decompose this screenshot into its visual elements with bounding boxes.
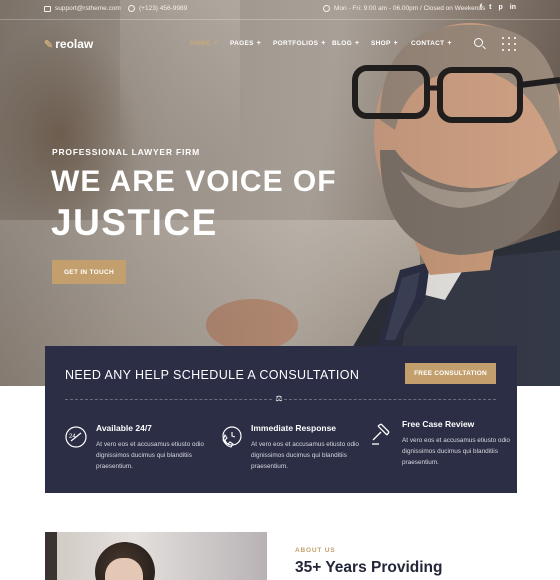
hero-title-line1: WE ARE VOICE OF: [51, 165, 337, 198]
plus-icon: +: [393, 40, 399, 47]
phone-icon: [128, 5, 135, 12]
nav-label: PORTFOLIOS: [273, 40, 319, 47]
plus-icon: +: [213, 40, 219, 47]
about-eyebrow: ABOUT US: [295, 547, 336, 554]
feature-title: Free Case Review: [402, 419, 475, 429]
facebook-icon[interactable]: f: [480, 4, 482, 11]
nav-label: HOME: [190, 40, 211, 47]
feature-title: Immediate Response: [251, 423, 337, 433]
topbar-email-text: support@rstheme.com: [55, 5, 121, 12]
menu-grid-icon[interactable]: [502, 37, 516, 51]
topbar-hours-text: Mon - Fri: 9:00 am - 06.00pm / Closed on…: [334, 5, 486, 12]
linkedin-icon[interactable]: in: [510, 4, 516, 11]
pinterest-icon[interactable]: p: [498, 4, 502, 11]
nav-item-blog[interactable]: BLOG +: [332, 40, 371, 47]
topbar-email[interactable]: support@rstheme.com: [44, 5, 121, 12]
clock-24-icon: 24: [65, 426, 87, 448]
about-photo: [45, 532, 267, 580]
feature-title: Available 24/7: [96, 423, 152, 433]
search-icon[interactable]: [474, 38, 483, 47]
get-in-touch-button[interactable]: GET IN TOUCH: [52, 260, 126, 284]
svg-text:24: 24: [69, 434, 76, 440]
nav-label: PAGES: [230, 40, 254, 47]
free-consultation-button[interactable]: FREE CONSULTATION: [405, 363, 496, 384]
feature-text: At vero eos et accusamus etiusto odio di…: [251, 441, 359, 470]
nav-label: BLOG: [332, 40, 352, 47]
nav-label: SHOP: [371, 40, 391, 47]
logo-mark-icon: ✎: [44, 38, 53, 51]
gavel-review-icon: [372, 423, 390, 445]
hero-eyebrow: PROFESSIONAL LAWYER FIRM: [52, 147, 200, 157]
clock-icon: [323, 5, 330, 12]
nav-item-home[interactable]: HOME +: [190, 40, 230, 47]
scale-icon: ⚖: [274, 394, 284, 403]
plus-icon: +: [447, 40, 452, 47]
topbar-hours: Mon - Fri: 9:00 am - 06.00pm / Closed on…: [323, 5, 485, 12]
consultation-box: NEED ANY HELP SCHEDULE A CONSULTATION FR…: [45, 346, 517, 493]
nav-item-shop[interactable]: SHOP +: [371, 40, 411, 47]
top-bar: support@rstheme.com (+123) 456-9989 Mon …: [0, 0, 560, 20]
nav-item-contact[interactable]: CONTACT +: [411, 40, 461, 47]
plus-icon: +: [321, 40, 326, 47]
site-logo[interactable]: ✎ reolaw: [44, 37, 93, 51]
feature-text: At vero eos et accusamus etiusto odio di…: [402, 437, 510, 466]
logo-text: reolaw: [55, 37, 94, 51]
topbar-phone-text: (+123) 456-9989: [139, 5, 188, 12]
plus-icon: +: [354, 40, 360, 47]
feature-text: At vero eos et accusamus etiusto odio di…: [96, 441, 204, 470]
hero-title-line2: JUSTICE: [51, 202, 218, 243]
plus-icon: +: [256, 40, 262, 47]
social-links: f t p in: [480, 4, 516, 11]
twitter-icon[interactable]: t: [489, 4, 491, 11]
envelope-icon: [44, 5, 51, 12]
consultation-title: NEED ANY HELP SCHEDULE A CONSULTATION: [65, 368, 360, 382]
nav-label: CONTACT: [411, 40, 445, 47]
phone-response-icon: [222, 426, 242, 448]
topbar-phone[interactable]: (+123) 456-9989: [128, 5, 187, 12]
nav-item-portfolios[interactable]: PORTFOLIOS +: [273, 40, 332, 47]
nav-item-pages[interactable]: PAGES +: [230, 40, 273, 47]
main-nav: HOME + PAGES + PORTFOLIOS + BLOG + SHOP …: [190, 40, 461, 47]
about-title: 35+ Years Providing: [295, 559, 443, 576]
hero-section: support@rstheme.com (+123) 456-9989 Mon …: [0, 0, 560, 386]
